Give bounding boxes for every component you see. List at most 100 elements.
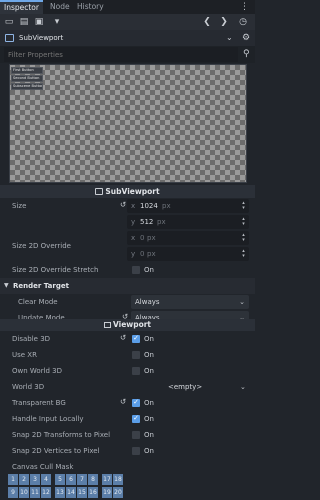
section-viewport-title: Viewport [0,319,255,331]
handle-input-state: On [144,415,154,423]
cull-mask-layer[interactable]: 12 [41,487,51,498]
size2d-x-field[interactable]: x 0 px ▴ ▾ [127,231,249,245]
handle-input-checkbox[interactable] [132,414,140,423]
spinner-icon[interactable]: ▴ ▾ [241,217,246,227]
cull-mask-layer[interactable]: 15 [77,487,87,498]
inspector-toolbar: ▭ ▤ ▣ ▾ ❮ ❯ ◷ [0,14,255,30]
use-xr-checkbox[interactable] [132,351,140,359]
world-3d-label: World 3D [12,383,45,391]
size-x-value: 1024 [140,202,158,210]
cull-mask-layer[interactable]: 3 [30,474,40,485]
axis-x-label: x [131,202,136,210]
cull-mask-layer[interactable]: 8 [88,474,98,485]
history-forward-icon[interactable]: ❯ [219,17,229,27]
snap-vertices-checkbox[interactable] [132,447,140,455]
history-menu-icon[interactable]: ◷ [238,17,248,27]
revert-icon[interactable]: ↺ [120,334,128,342]
snap-transforms-label: Snap 2D Transforms to Pixel [12,431,111,439]
cull-mask-grid: 1 2 3 4 5 6 7 8 9 10 11 12 13 14 15 16 1… [8,474,126,499]
filter-bar: ⚲ [0,46,255,63]
cull-mask-layer[interactable]: 16 [88,487,98,498]
section-subviewport[interactable]: SubViewport [0,185,255,198]
save-icon[interactable]: ▣ [34,17,44,27]
world-3d-value[interactable]: <empty> [168,379,202,395]
filter-properties-input[interactable] [4,47,238,62]
snap-vertices-label: Snap 2D Vertices to Pixel [12,447,100,455]
axis-y-label: y [131,218,136,226]
object-dropdown-icon[interactable]: ⌄ [226,30,233,46]
chevron-down-icon[interactable]: ⌄ [240,379,246,395]
disable-3d-state: On [144,335,154,343]
own-world-3d-checkbox[interactable] [132,367,140,375]
axis-y-label: y [131,250,136,258]
cull-mask-layer[interactable]: 9 [8,487,18,498]
prop-snap-transforms: Snap 2D Transforms to Pixel On [0,427,255,443]
snap-vertices-state: On [144,447,154,455]
prop-transparent-bg: Transparent BG ↺ On [0,395,255,411]
prop-size: Size ↺ x 1024 px ▴ ▾ [0,198,255,214]
object-name: SubViewport [19,34,64,42]
load-resource-icon[interactable]: ▤ [19,17,29,27]
disable-3d-checkbox[interactable] [132,334,140,343]
cull-mask-layer[interactable]: 4 [41,474,51,485]
size-x-field[interactable]: x 1024 px ▴ ▾ [127,199,249,213]
cull-mask-layer[interactable]: 2 [19,474,29,485]
prop-stretch-label: Size 2D Override Stretch [12,266,99,274]
use-xr-label: Use XR [12,351,37,359]
cull-mask-layer[interactable]: 1 [8,474,18,485]
preview-second-button: Second Button [11,75,43,82]
prop-snap-vertices: Snap 2D Vertices to Pixel On [0,443,255,459]
prop-disable-3d: Disable 3D ↺ On [0,331,255,347]
cull-mask-layer[interactable]: 18 [113,474,123,485]
filter-options-icon[interactable]: ⚲ [243,46,250,63]
group-render-target[interactable]: ▼ Render Target [0,278,255,294]
use-xr-state: On [144,351,154,359]
prop-size2d-stretch: Size 2D Override Stretch On [0,262,255,278]
tab-history[interactable]: History [73,0,108,14]
size-y-field[interactable]: y 512 px ▴ ▾ [127,215,249,229]
history-back-icon[interactable]: ❮ [202,17,212,27]
prop-world-3d: World 3D <empty> ⌄ [0,379,255,395]
tab-inspector[interactable]: Inspector [0,0,43,14]
preview-first-button: First Button [11,67,43,74]
stretch-checkbox[interactable] [132,266,140,274]
snap-transforms-state: On [144,431,154,439]
object-selector[interactable]: SubViewport ⌄ ⚙ [0,30,255,46]
spinner-icon[interactable]: ▴ ▾ [241,249,246,259]
transparent-bg-checkbox[interactable] [132,398,140,407]
tab-node[interactable]: Node [46,0,74,14]
cull-mask-layer[interactable]: 19 [102,487,112,498]
cull-mask-layer[interactable]: 14 [66,487,76,498]
viewport-icon [103,322,111,328]
prop-handle-input-locally: Handle Input Locally On [0,411,255,427]
disable-3d-label: Disable 3D [12,335,51,343]
revert-icon[interactable]: ↺ [120,398,128,406]
cull-mask-layer[interactable]: 20 [113,487,123,498]
chevron-down-icon: ⌄ [239,298,245,306]
dock-menu-icon[interactable]: ⋮ [236,0,253,14]
cull-mask-layer[interactable]: 13 [55,487,65,498]
object-settings-icon[interactable]: ⚙ [242,30,250,46]
handle-input-label: Handle Input Locally [12,415,84,423]
cull-mask-layer[interactable]: 5 [55,474,65,485]
options-icon[interactable]: ▾ [52,17,62,27]
size2d-x-value: 0 [140,234,145,242]
cull-mask-layer[interactable]: 6 [66,474,76,485]
cull-mask-layer[interactable]: 17 [102,474,112,485]
prop-size2d-override: Size 2D Override x 0 px ▴ ▾ [0,230,255,250]
spinner-icon[interactable]: ▴ ▾ [241,233,246,243]
transparent-bg-state: On [144,399,154,407]
snap-transforms-checkbox[interactable] [132,431,140,439]
size-x-unit: px [162,202,171,210]
cull-mask-layer[interactable]: 10 [19,487,29,498]
size2d-y-field[interactable]: y 0 px ▴ ▾ [127,247,249,261]
section-viewport[interactable]: Viewport [0,319,255,331]
prop-size-label: Size [12,202,27,210]
subviewport-icon [5,34,14,42]
dock-tab-bar: Inspector Node History ⋮ [0,0,255,14]
cull-mask-layer[interactable]: 11 [30,487,40,498]
spinner-icon[interactable]: ▴ ▾ [241,201,246,211]
cull-mask-layer[interactable]: 7 [77,474,87,485]
clear-mode-dropdown[interactable]: Always ⌄ [131,295,249,309]
new-resource-icon[interactable]: ▭ [4,17,14,27]
